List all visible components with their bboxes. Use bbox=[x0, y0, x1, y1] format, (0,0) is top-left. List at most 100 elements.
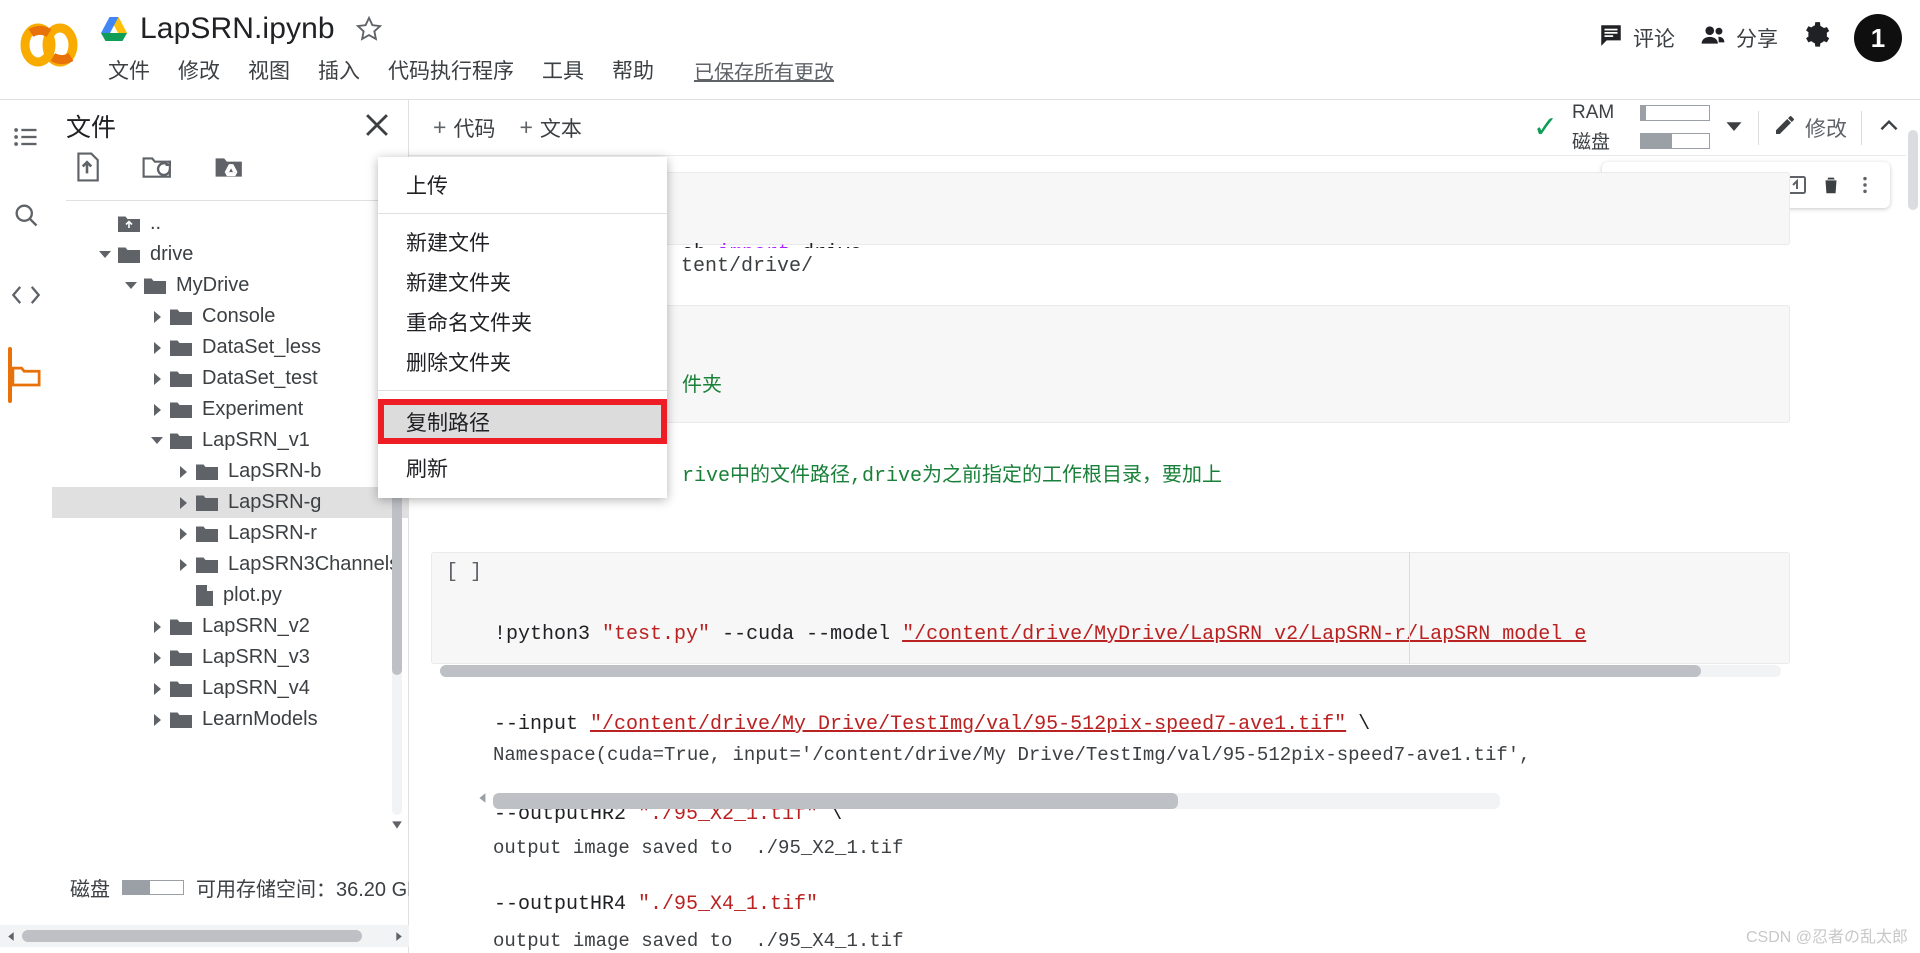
tree-row[interactable]: DataSet_less bbox=[52, 332, 409, 363]
edit-button[interactable]: 修改 bbox=[1773, 113, 1847, 143]
upload-file-icon[interactable] bbox=[74, 152, 100, 187]
page-scrollbar-thumb[interactable] bbox=[1908, 130, 1918, 210]
avatar[interactable]: 1 bbox=[1854, 14, 1902, 62]
nb-disk-label: 磁盘 bbox=[1572, 132, 1611, 153]
context-menu-item[interactable]: 刷新 bbox=[378, 448, 667, 488]
colab-logo[interactable] bbox=[18, 20, 80, 70]
refresh-folder-icon[interactable] bbox=[142, 154, 172, 185]
page-scrollbar[interactable] bbox=[1906, 100, 1920, 953]
tree-row[interactable]: LapSRN_v4 bbox=[52, 673, 409, 704]
tree-row[interactable]: LearnModels bbox=[52, 704, 409, 735]
ram-meter bbox=[1640, 105, 1710, 121]
menu-item-insert[interactable]: 插入 bbox=[318, 55, 360, 85]
menu-item-view[interactable]: 视图 bbox=[248, 55, 290, 85]
toc-icon bbox=[14, 128, 37, 146]
close-icon[interactable] bbox=[360, 108, 394, 142]
tree-row[interactable]: Experiment bbox=[52, 394, 409, 425]
chevron-right-icon[interactable] bbox=[144, 403, 170, 416]
chevron-right-icon[interactable] bbox=[144, 651, 170, 664]
tree-row[interactable]: .. bbox=[52, 208, 409, 239]
tree-row[interactable]: LapSRN-g bbox=[52, 487, 409, 518]
output-line: output image saved to ./95_X2_1.tif bbox=[493, 837, 904, 859]
tree-row-label: LapSRN_v2 bbox=[202, 615, 310, 637]
hscroll-right-arrow[interactable] bbox=[387, 925, 409, 947]
chevron-right-icon[interactable] bbox=[144, 713, 170, 726]
delete-icon[interactable] bbox=[1818, 172, 1844, 198]
context-menu-item[interactable]: 删除文件夹 bbox=[378, 342, 667, 382]
tree-row[interactable]: plot.py bbox=[52, 580, 409, 611]
chevron-right-icon[interactable] bbox=[144, 620, 170, 633]
mount-drive-icon[interactable] bbox=[214, 154, 244, 185]
folder-icon bbox=[170, 618, 192, 635]
menu-item-file[interactable]: 文件 bbox=[108, 55, 150, 85]
tree-row[interactable]: LapSRN3Channels bbox=[52, 549, 409, 580]
tree-scroll-down-arrow[interactable] bbox=[390, 818, 404, 832]
menu-item-tools[interactable]: 工具 bbox=[542, 55, 584, 85]
save-status[interactable]: 已保存所有更改 bbox=[694, 56, 834, 85]
tree-row[interactable]: DataSet_test bbox=[52, 363, 409, 394]
drive-icon bbox=[100, 16, 128, 42]
context-menu-item[interactable]: 重命名文件夹 bbox=[378, 302, 667, 342]
toolbar-divider-2 bbox=[1861, 111, 1862, 145]
tree-row[interactable]: LapSRN_v1 bbox=[52, 425, 409, 456]
menu-item-edit[interactable]: 修改 bbox=[178, 55, 220, 85]
hscroll-thumb[interactable] bbox=[22, 930, 362, 942]
menu-item-help[interactable]: 帮助 bbox=[612, 55, 654, 85]
chevron-right-icon[interactable] bbox=[144, 341, 170, 354]
chevron-down-icon[interactable] bbox=[1724, 116, 1744, 141]
tree-row[interactable]: LapSRN_v3 bbox=[52, 642, 409, 673]
tree-row[interactable]: LapSRN-b bbox=[52, 456, 409, 487]
code-line: 件夹 bbox=[682, 372, 1789, 402]
chevron-right-icon[interactable] bbox=[170, 558, 196, 571]
resource-meters[interactable]: RAM 磁盘 bbox=[1572, 102, 1710, 154]
chevron-up-icon[interactable] bbox=[1876, 113, 1902, 144]
output-scroll-left-arrow[interactable] bbox=[477, 791, 489, 809]
chevron-down-icon[interactable] bbox=[144, 437, 170, 444]
cell-prompt[interactable]: [ ] bbox=[446, 561, 482, 584]
notebook-toolbar: + 代码 + 文本 ✓ RAM 磁盘 修改 bbox=[409, 100, 1920, 156]
settings-button[interactable] bbox=[1802, 21, 1830, 55]
tree-row[interactable]: Console bbox=[52, 301, 409, 332]
rail-item-toc[interactable] bbox=[0, 106, 52, 168]
star-icon[interactable] bbox=[355, 15, 383, 43]
rail-item-search[interactable] bbox=[0, 184, 52, 246]
tree-row-label: LapSRN3Channels bbox=[228, 553, 400, 575]
folder-icon bbox=[196, 525, 218, 542]
chevron-right-icon[interactable] bbox=[144, 372, 170, 385]
context-menu-item[interactable]: 新建文件夹 bbox=[378, 262, 667, 302]
chevron-right-icon[interactable] bbox=[170, 527, 196, 540]
chevron-right-icon[interactable] bbox=[144, 310, 170, 323]
edit-label: 修改 bbox=[1805, 118, 1847, 141]
folder-icon bbox=[144, 277, 166, 294]
rail-item-files[interactable] bbox=[0, 344, 52, 406]
tree-row[interactable]: LapSRN-r bbox=[52, 518, 409, 549]
share-button[interactable]: 分享 bbox=[1699, 22, 1778, 54]
add-text-cell-button[interactable]: + 文本 bbox=[519, 113, 581, 143]
output-hscrollbar bbox=[493, 793, 1500, 809]
folder-icon bbox=[170, 370, 192, 387]
file-panel-hscrollbar[interactable] bbox=[0, 925, 409, 947]
tree-row[interactable]: LapSRN_v2 bbox=[52, 611, 409, 642]
context-menu-item[interactable]: 复制路径 bbox=[378, 399, 667, 444]
more-vert-icon[interactable] bbox=[1852, 172, 1878, 198]
file-browser-panel: 文件 .. drive MyDrive Console DataSet_less… bbox=[52, 100, 421, 953]
chevron-right-icon[interactable] bbox=[144, 682, 170, 695]
comment-button[interactable]: 评论 bbox=[1598, 22, 1675, 54]
code-token: rive bbox=[682, 465, 731, 488]
rail-item-snippets[interactable] bbox=[0, 264, 52, 326]
menu-item-runtime[interactable]: 代码执行程序 bbox=[388, 55, 514, 85]
chevron-down-icon[interactable] bbox=[118, 282, 144, 289]
context-menu-item[interactable]: 上传 bbox=[378, 165, 667, 205]
tree-row-label: LapSRN-r bbox=[228, 522, 317, 544]
chevron-down-icon[interactable] bbox=[92, 251, 118, 258]
chevron-right-icon[interactable] bbox=[170, 465, 196, 478]
context-menu-separator bbox=[378, 213, 667, 214]
page-title[interactable]: LapSRN.ipynb bbox=[140, 12, 335, 46]
add-code-cell-button[interactable]: + 代码 bbox=[433, 113, 495, 143]
pencil-icon bbox=[1773, 113, 1797, 143]
tree-row[interactable]: MyDrive bbox=[52, 270, 409, 301]
hscroll-left-arrow[interactable] bbox=[0, 925, 22, 947]
tree-row[interactable]: drive bbox=[52, 239, 409, 270]
context-menu-item[interactable]: 新建文件 bbox=[378, 222, 667, 262]
chevron-right-icon[interactable] bbox=[170, 496, 196, 509]
